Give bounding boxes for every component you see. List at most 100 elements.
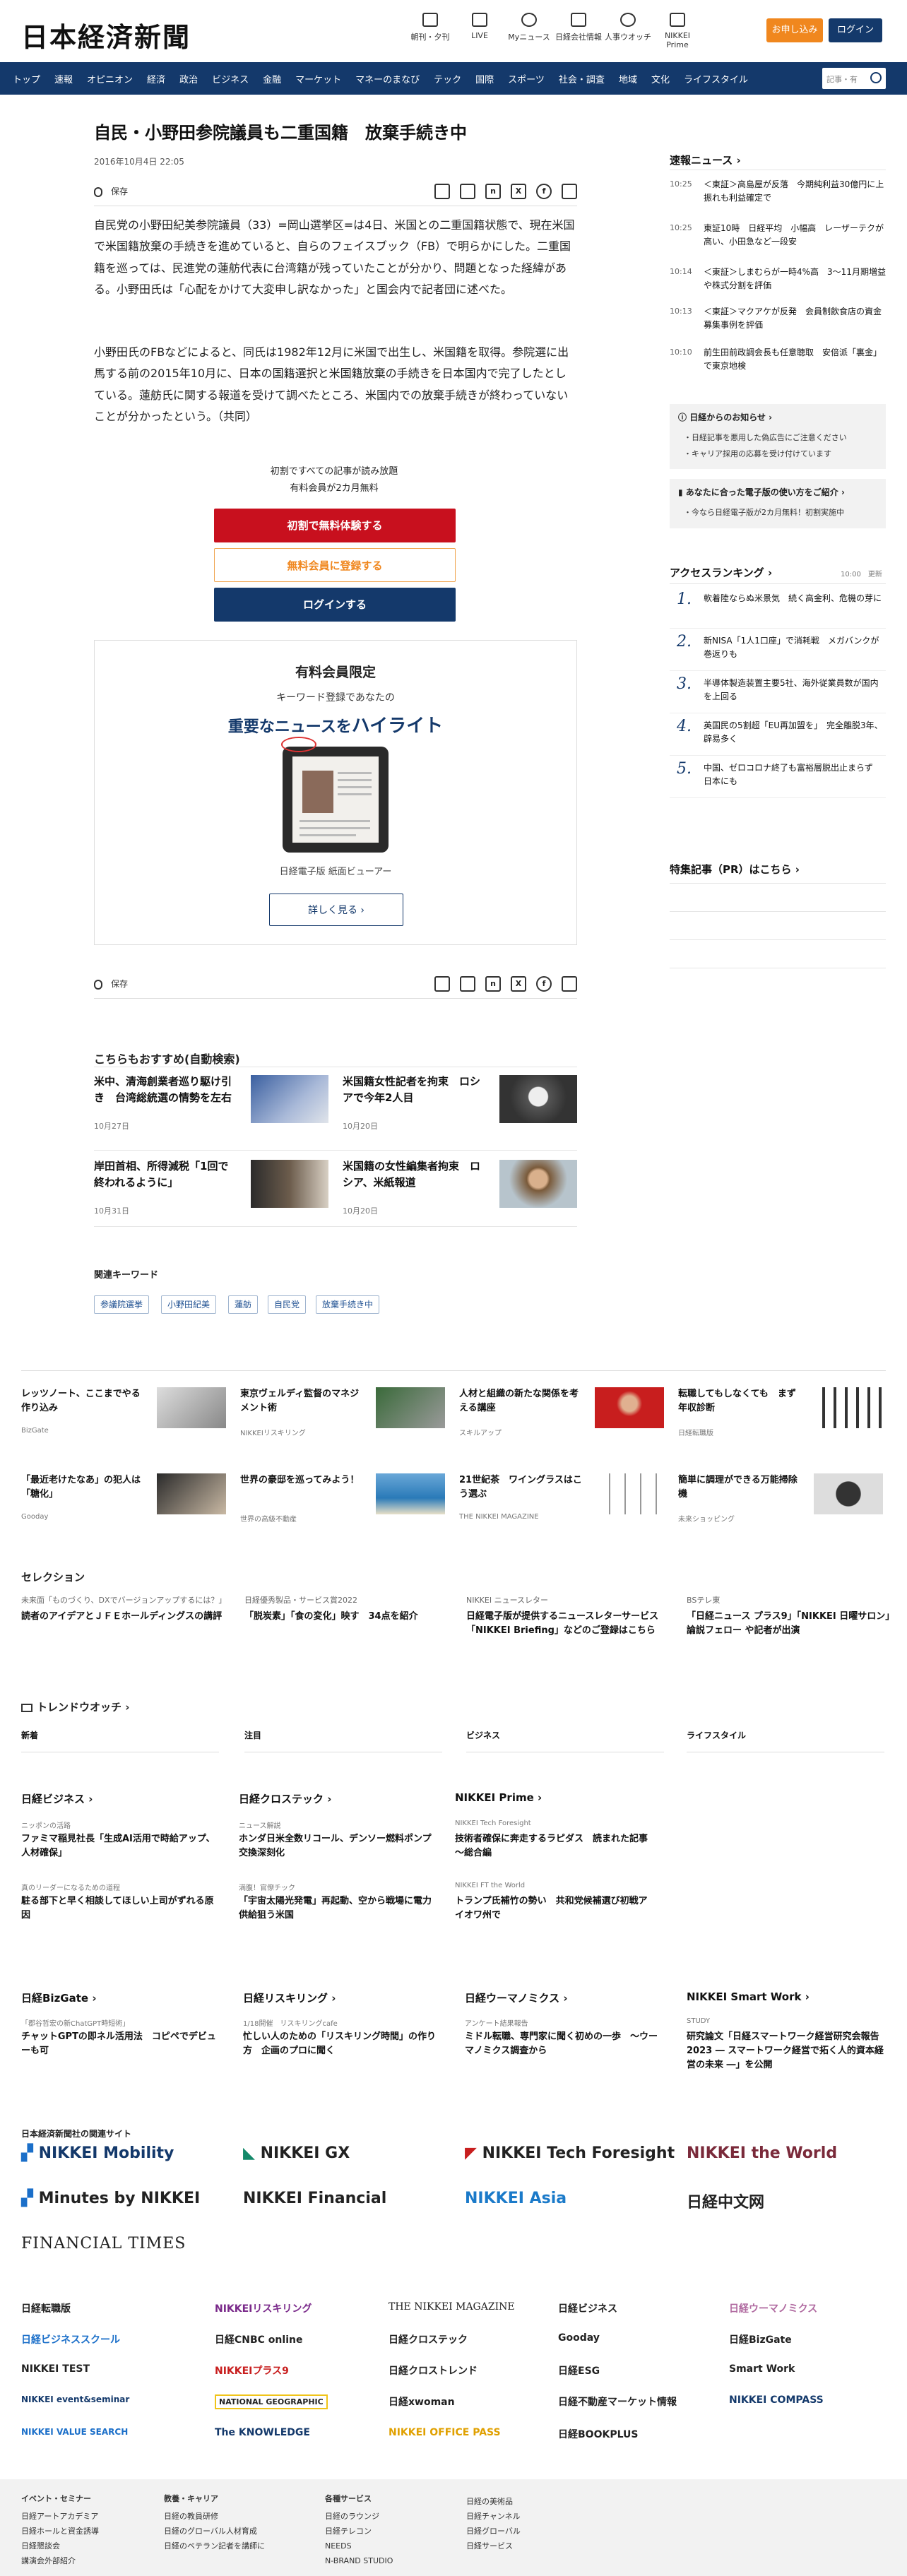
brand-link[interactable]: NATIONAL GEOGRAPHIC [215,2394,328,2409]
footer-link[interactable]: 日経の美術品 [466,2495,521,2510]
notice-title[interactable]: ⓘ 日経からのお知らせ › [670,404,886,430]
footer-link[interactable]: 日経のベテラン記者を講師に [164,2539,265,2554]
block-head[interactable]: NIKKEI Smart Work › [687,1990,810,2003]
nav-item[interactable]: オピニオン [87,72,133,85]
brand-logo[interactable]: NIKKEI the World [687,2144,837,2162]
mail-icon[interactable] [460,184,475,199]
subscribe-button[interactable]: お申し込み [766,18,823,42]
ad-item[interactable]: 簡単に調理ができる万能掃除機 未来ショッピング [678,1473,883,1530]
brand-link[interactable]: 日経CNBC online [215,2332,302,2346]
block-head[interactable]: 日経ウーマノミクス › [465,1990,568,2005]
trial-button[interactable]: 初割で無料体験する [214,509,456,542]
brand-link[interactable]: 日経転職版 [21,2301,71,2315]
brand-link[interactable]: NIKKEI COMPASS [729,2394,824,2406]
block-head[interactable]: 日経クロステック › [239,1791,331,1806]
selection-item[interactable]: 日経優秀製品・サービス賞2022 「脱炭素」「食の変化」映す 34点を紹介 [244,1595,449,1624]
block-article[interactable]: 「宇宙太陽光発電」再起動、空から戦場に電力供給狙う米国 [239,1894,437,1923]
recommend-item[interactable]: 米国籍の女性編集者拘束 ロシア、米紙報道 10月20日 [343,1158,577,1222]
notice-item[interactable]: ・今なら日経電子版が2カ月無料！初割実施中 [670,505,886,521]
note-icon[interactable]: n [485,976,501,992]
block-article[interactable]: ホンダ日米全数リコール、デンソー燃料ポンプ交換深刻化 [239,1832,437,1860]
article-login-button[interactable]: ログインする [214,588,456,622]
ranking-item[interactable]: 4. 英国民の5割超「EU再加盟を」 完全離脱3年、辟易多く [670,715,886,756]
note-icon[interactable]: n [485,184,501,199]
brand-link[interactable]: 日経BOOKPLUS [558,2427,638,2441]
print-icon[interactable] [434,184,450,199]
brand-logo[interactable]: NIKKEI Asia [465,2190,567,2207]
footer-link[interactable]: 日経の教員研修 [164,2510,265,2524]
nav-item[interactable]: 金融 [263,72,281,85]
site-logo[interactable]: 日本経済新聞 [21,16,191,54]
selection-item[interactable]: 未来面「ものづくり、DXでバージョンアップするには？」 読者のアイデアとＪＦＥホー… [21,1595,226,1624]
nav-item[interactable]: 経済 [147,72,165,85]
brand-logo[interactable]: 日経中文网 [687,2190,764,2212]
footer-link[interactable]: N-BRAND STUDIO [325,2554,393,2569]
nav-item[interactable]: ライフスタイル [684,72,748,85]
share-icon[interactable] [562,184,577,199]
ad-item[interactable]: 世界の豪邸を巡ってみよう！ 世界の高級不動産 [240,1473,445,1530]
block-article[interactable]: 駐る部下と早く相談してほしい上司がずれる原因 [21,1894,219,1923]
footer-link[interactable]: 講演会外部紹介 [21,2554,99,2569]
footer-link[interactable]: 日経チャンネル [466,2510,521,2524]
mail-icon[interactable] [460,976,475,992]
brand-link[interactable]: 日経ウーマノミクス [729,2301,817,2315]
ad-item[interactable]: 21世紀茶 ワイングラスはこう選ぶ THE NIKKEI MAGAZINE [459,1473,664,1530]
notice-item[interactable]: ・キャリア採用の応募を受け付けています [670,446,886,463]
ranking-title[interactable]: アクセスランキング › [670,565,772,580]
nav-item[interactable]: 地域 [619,72,637,85]
trend-cat[interactable]: 注目 [244,1729,261,1741]
keyword-chip[interactable]: 参議院選挙 [94,1295,150,1314]
keyword-chip[interactable]: 小野田紀美 [161,1295,217,1314]
trend-cat[interactable]: 新着 [21,1729,38,1741]
block-article[interactable]: 技術者確保に奔走するラピダス 読まれた記事～総合編 [455,1832,653,1860]
trend-cat[interactable]: ライフスタイル [687,1729,746,1741]
x-icon[interactable]: X [511,184,526,199]
brand-link[interactable]: 日経クロストレンド [389,2363,478,2378]
brand-logo[interactable]: ▞ NIKKEI Mobility [21,2144,174,2162]
recommend-item[interactable]: 米国籍女性記者を拘束 ロシアで今年2人目 10月20日 [343,1074,577,1137]
footer-link[interactable]: NEEDS [325,2539,393,2554]
block-article[interactable]: ファミマ稲見社長「生成AI活用で時給アップ、人材確保」 [21,1832,219,1860]
nav-item[interactable]: ビジネス [212,72,249,85]
nav-item[interactable]: 国際 [475,72,494,85]
ft-logo[interactable]: FINANCIAL TIMES [21,2235,186,2252]
brand-link[interactable]: NIKKEI TEST [21,2363,90,2375]
block-article[interactable]: トランプ氏補竹の勢い 共和党候補選び初戦アイオワ州で [455,1894,653,1923]
ranking-item[interactable]: 1. 軟着陸ならぬ米景気 続く高金利、危機の芽に [670,588,886,629]
keyword-chip[interactable]: 放棄手続き中 [316,1295,380,1314]
brand-link[interactable]: NIKKEIプラス9 [215,2363,289,2378]
recommend-item[interactable]: 岸田首相、所得減税「1回で終われるように」 10月31日 [94,1158,328,1222]
share-icon[interactable] [562,976,577,992]
facebook-icon[interactable]: f [536,184,552,199]
nav-item[interactable]: トップ [13,72,40,85]
brand-link[interactable]: 日経xwoman [389,2394,455,2409]
brand-link[interactable]: NIKKEI VALUE SEARCH [21,2427,128,2437]
brand-link[interactable]: 日経クロステック [389,2332,468,2346]
ad-item[interactable]: レッツノート、ここまでやる作り込み BizGate [21,1387,226,1444]
search-input[interactable]: 記事・有 [822,68,886,89]
footer-link[interactable]: 日経懇談会 [21,2539,99,2554]
header-mynews[interactable]: Myニュース [504,13,554,49]
brand-link[interactable]: 日経ビジネス [558,2301,617,2315]
brand-logo[interactable]: NIKKEI Financial [243,2190,386,2207]
footer-link[interactable]: 日経のラウンジ [325,2510,393,2524]
nav-item[interactable]: テック [434,72,461,85]
nav-item[interactable]: 速報 [54,72,73,85]
notice2-title[interactable]: ▮ あなたに合った電子版の使い方をご紹介 › [670,479,886,505]
brand-link[interactable]: NIKKEIリスキリング [215,2301,312,2315]
header-personnel[interactable]: 人事ウオッチ [603,13,653,49]
nav-item[interactable]: マネーのまなび [355,72,420,85]
block-head[interactable]: 日経ビジネス › [21,1791,93,1806]
brand-logo[interactable]: ◣ NIKKEI GX [243,2144,350,2162]
header-live[interactable]: LIVE [455,13,504,49]
brand-link[interactable]: 日経ESG [558,2363,600,2378]
brand-link[interactable]: 日経不動産マーケット情報 [558,2394,677,2409]
more-button[interactable]: 詳しく見る › [269,894,403,926]
footer-link[interactable]: 日経のグローバル人材育成 [164,2524,265,2539]
block-head[interactable]: 日経BizGate › [21,1990,97,2005]
brand-link[interactable]: Smart Work [729,2363,795,2375]
block-article[interactable]: ミドル転職、専門家に聞く初めの一歩 ～ウーマノミクス調査から [465,2030,663,2058]
notice-item[interactable]: ・日経記事を悪用した偽広告にご注意ください [670,430,886,446]
facebook-icon[interactable]: f [536,976,552,992]
footer-link[interactable]: 日経グローバル [466,2524,521,2539]
